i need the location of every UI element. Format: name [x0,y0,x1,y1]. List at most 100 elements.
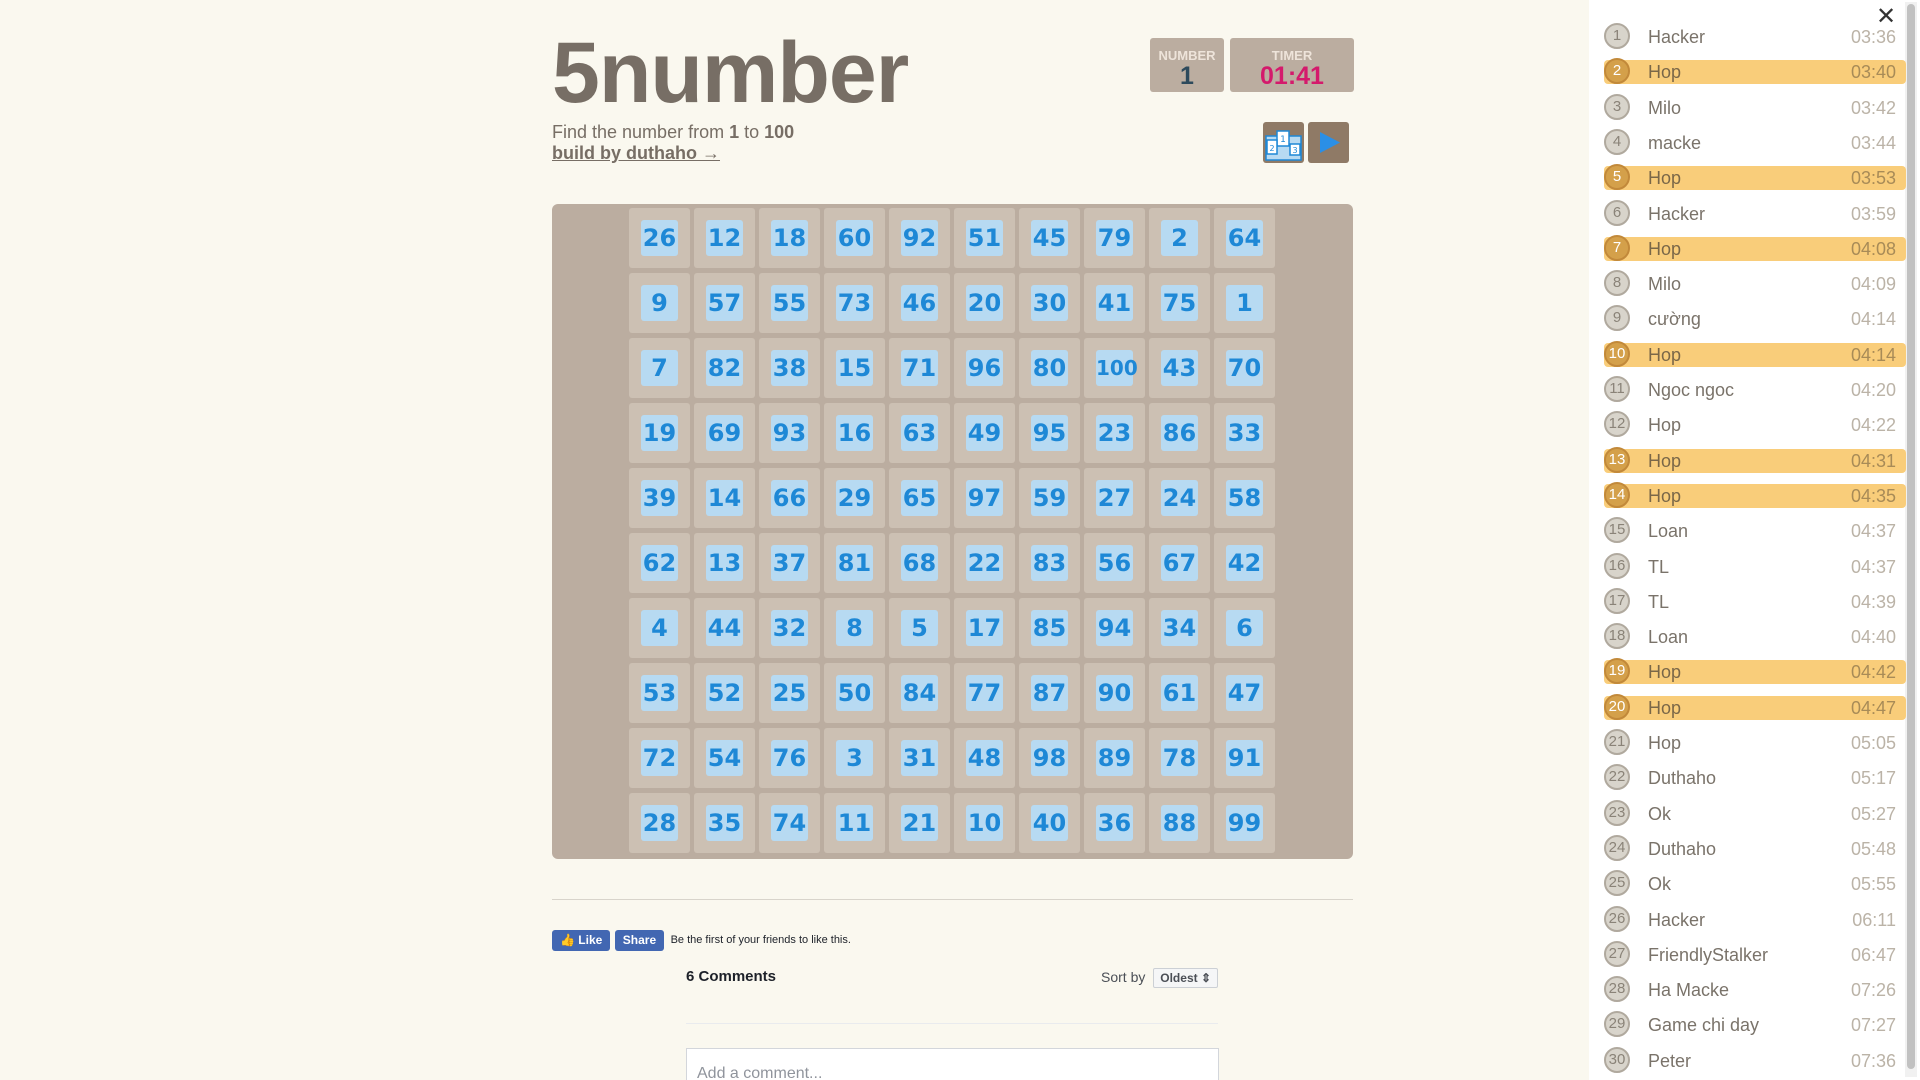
number-tile[interactable]: 64 [1214,208,1275,268]
number-tile[interactable]: 22 [954,533,1015,593]
number-tile[interactable]: 1 [1214,273,1275,333]
number-tile[interactable]: 3 [824,728,885,788]
number-tile[interactable]: 78 [1149,728,1210,788]
number-tile[interactable]: 40 [1019,793,1080,853]
number-tile[interactable]: 28 [629,793,690,853]
number-tile[interactable]: 68 [889,533,950,593]
number-tile[interactable]: 45 [1019,208,1080,268]
number-tile[interactable]: 94 [1084,598,1145,658]
number-tile[interactable]: 90 [1084,663,1145,723]
number-tile[interactable]: 92 [889,208,950,268]
credit-link[interactable]: build by duthaho → [552,143,720,164]
number-tile[interactable]: 16 [824,403,885,463]
number-tile[interactable]: 69 [694,403,755,463]
number-tile[interactable]: 44 [694,598,755,658]
number-tile[interactable]: 4 [629,598,690,658]
number-tile[interactable]: 91 [1214,728,1275,788]
number-tile[interactable]: 11 [824,793,885,853]
number-tile[interactable]: 85 [1019,598,1080,658]
number-tile[interactable]: 81 [824,533,885,593]
number-tile[interactable]: 17 [954,598,1015,658]
number-tile[interactable]: 39 [629,468,690,528]
number-tile[interactable]: 26 [629,208,690,268]
number-tile[interactable]: 12 [694,208,755,268]
number-tile[interactable]: 19 [629,403,690,463]
number-tile[interactable]: 82 [694,338,755,398]
number-tile[interactable]: 58 [1214,468,1275,528]
number-tile[interactable]: 13 [694,533,755,593]
number-tile[interactable]: 42 [1214,533,1275,593]
number-tile[interactable]: 43 [1149,338,1210,398]
number-tile[interactable]: 7 [629,338,690,398]
scrollbar-thumb[interactable] [1907,4,1915,1069]
number-tile[interactable]: 2 [1149,208,1210,268]
number-tile[interactable]: 59 [1019,468,1080,528]
number-tile[interactable]: 52 [694,663,755,723]
number-tile[interactable]: 96 [954,338,1015,398]
number-tile[interactable]: 66 [759,468,820,528]
number-tile[interactable]: 77 [954,663,1015,723]
comment-input[interactable]: Add a comment... [686,1048,1219,1080]
number-tile[interactable]: 29 [824,468,885,528]
number-tile[interactable]: 71 [889,338,950,398]
number-tile[interactable]: 100 [1084,338,1145,398]
number-tile[interactable]: 61 [1149,663,1210,723]
leaderboard-button[interactable]: 1 2 3 [1263,122,1304,163]
number-tile[interactable]: 49 [954,403,1015,463]
number-tile[interactable]: 51 [954,208,1015,268]
number-tile[interactable]: 34 [1149,598,1210,658]
number-tile[interactable]: 9 [629,273,690,333]
number-tile[interactable]: 33 [1214,403,1275,463]
number-tile[interactable]: 21 [889,793,950,853]
number-tile[interactable]: 23 [1084,403,1145,463]
number-tile[interactable]: 50 [824,663,885,723]
number-tile[interactable]: 84 [889,663,950,723]
number-tile[interactable]: 54 [694,728,755,788]
number-tile[interactable]: 83 [1019,533,1080,593]
number-tile[interactable]: 89 [1084,728,1145,788]
number-tile[interactable]: 87 [1019,663,1080,723]
number-tile[interactable]: 20 [954,273,1015,333]
number-tile[interactable]: 70 [1214,338,1275,398]
number-tile[interactable]: 30 [1019,273,1080,333]
leaderboard-scrollbar[interactable] [1905,2,1917,1077]
number-tile[interactable]: 24 [1149,468,1210,528]
number-tile[interactable]: 53 [629,663,690,723]
number-tile[interactable]: 74 [759,793,820,853]
sort-select[interactable]: Oldest ⇕ [1153,968,1218,988]
number-tile[interactable]: 15 [824,338,885,398]
number-tile[interactable]: 76 [759,728,820,788]
number-tile[interactable]: 41 [1084,273,1145,333]
number-tile[interactable]: 97 [954,468,1015,528]
number-tile[interactable]: 88 [1149,793,1210,853]
number-tile[interactable]: 79 [1084,208,1145,268]
number-tile[interactable]: 57 [694,273,755,333]
play-button[interactable] [1308,122,1349,163]
number-tile[interactable]: 48 [954,728,1015,788]
number-tile[interactable]: 67 [1149,533,1210,593]
number-tile[interactable]: 14 [694,468,755,528]
fb-share-button[interactable]: Share [614,930,665,951]
number-tile[interactable]: 72 [629,728,690,788]
number-tile[interactable]: 18 [759,208,820,268]
number-tile[interactable]: 86 [1149,403,1210,463]
number-tile[interactable]: 65 [889,468,950,528]
number-tile[interactable]: 10 [954,793,1015,853]
number-tile[interactable]: 63 [889,403,950,463]
number-tile[interactable]: 62 [629,533,690,593]
number-tile[interactable]: 36 [1084,793,1145,853]
number-tile[interactable]: 46 [889,273,950,333]
number-tile[interactable]: 73 [824,273,885,333]
number-tile[interactable]: 47 [1214,663,1275,723]
number-tile[interactable]: 95 [1019,403,1080,463]
number-tile[interactable]: 8 [824,598,885,658]
number-tile[interactable]: 80 [1019,338,1080,398]
number-tile[interactable]: 37 [759,533,820,593]
number-tile[interactable]: 27 [1084,468,1145,528]
number-tile[interactable]: 25 [759,663,820,723]
number-tile[interactable]: 56 [1084,533,1145,593]
number-tile[interactable]: 93 [759,403,820,463]
number-tile[interactable]: 99 [1214,793,1275,853]
number-tile[interactable]: 35 [694,793,755,853]
number-tile[interactable]: 55 [759,273,820,333]
